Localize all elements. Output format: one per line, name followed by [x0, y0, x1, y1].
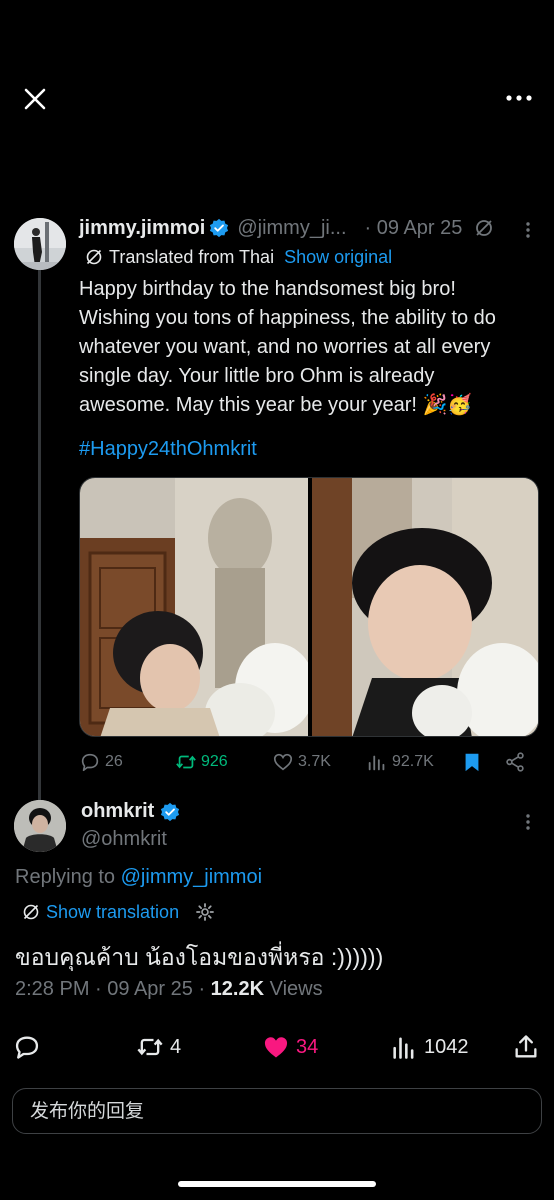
tweet-header: jimmy.jimmoi @jimmy_ji... · 09 Apr 25 — [79, 214, 494, 242]
views-icon — [366, 751, 392, 773]
tweet-photo[interactable] — [80, 478, 308, 736]
share-icon — [504, 751, 530, 773]
more-icon[interactable] — [520, 220, 536, 240]
tweet-text: Happy birthday to the handsomest big bro… — [79, 278, 496, 416]
verified-icon — [160, 802, 180, 822]
views-button[interactable]: 92.7K — [366, 748, 434, 776]
reply-composer — [12, 1088, 542, 1134]
reply-author: ohmkrit — [81, 800, 180, 823]
repost-icon — [175, 751, 201, 773]
reply-icon — [79, 751, 105, 773]
like-button[interactable]: 3.7K — [272, 748, 331, 776]
reply-input[interactable] — [13, 1089, 541, 1133]
reply-button[interactable] — [13, 1032, 47, 1062]
hashtag-link[interactable]: #Happy24thOhmkrit — [79, 438, 257, 461]
thread-line — [38, 270, 41, 800]
tweet-photo[interactable] — [312, 478, 538, 736]
translate-icon — [22, 903, 40, 921]
repost-button[interactable]: 926 — [175, 748, 228, 776]
reply-icon — [13, 1033, 47, 1061]
repost-count: 926 — [201, 753, 228, 770]
show-translation-row: Show translation — [22, 900, 215, 924]
display-name[interactable]: ohmkrit — [81, 800, 154, 823]
views-count: 1042 — [424, 1035, 469, 1058]
verified-icon — [209, 218, 229, 238]
reply-views-count: 12.2K — [210, 978, 265, 1000]
reply-button[interactable]: 26 — [79, 748, 123, 776]
avatar[interactable] — [14, 218, 66, 270]
show-translation-link[interactable]: Show translation — [46, 902, 179, 923]
more-icon[interactable] — [520, 812, 536, 832]
like-count: 3.7K — [298, 753, 331, 770]
show-original-link[interactable]: Show original — [284, 247, 392, 268]
handle[interactable]: @jimmy_ji... — [237, 217, 346, 240]
home-indicator[interactable] — [178, 1181, 376, 1187]
reply-text: ขอบคุณค้าบ น้องโอมของพี่หรอ :)))))) — [15, 944, 384, 970]
reply-meta: 2:28 PM · 09 Apr 25 · 12.2K Views — [15, 978, 323, 1000]
bookmark-button[interactable] — [461, 748, 487, 776]
gear-icon[interactable] — [195, 902, 215, 922]
tweet-date[interactable]: · 09 Apr 25 — [365, 217, 463, 240]
more-icon[interactable] — [504, 88, 534, 108]
share-button[interactable] — [512, 1032, 546, 1062]
display-name[interactable]: jimmy.jimmoi — [79, 217, 205, 240]
media-grid — [79, 477, 539, 737]
views-icon — [390, 1033, 424, 1061]
translated-label: Translated from Thai — [109, 246, 275, 267]
translation-notice: Translated from Thai Show original — [85, 245, 392, 269]
share-icon — [512, 1033, 546, 1061]
close-icon[interactable] — [22, 86, 48, 112]
translate-icon — [85, 248, 103, 266]
views-count: 92.7K — [392, 753, 434, 770]
like-icon — [262, 1033, 296, 1061]
replying-to: Replying to @jimmy_jimmoi — [15, 866, 262, 889]
like-icon — [272, 751, 298, 773]
repost-count: 4 — [170, 1035, 182, 1058]
reply-views-label: Views — [269, 978, 323, 1000]
views-button[interactable]: 1042 — [390, 1032, 469, 1062]
avatar[interactable] — [14, 800, 66, 852]
repost-icon — [136, 1033, 170, 1061]
reply-date[interactable]: 09 Apr 25 — [107, 978, 193, 1000]
like-button[interactable]: 34 — [262, 1032, 318, 1062]
like-count: 34 — [296, 1035, 319, 1058]
replying-to-link[interactable]: @jimmy_jimmoi — [121, 866, 262, 888]
repost-button[interactable]: 4 — [136, 1032, 181, 1062]
reply-count: 26 — [105, 753, 123, 770]
handle[interactable]: @ohmkrit — [81, 828, 167, 851]
reply-time[interactable]: 2:28 PM — [15, 978, 89, 1000]
bookmark-icon — [461, 751, 487, 773]
share-button[interactable] — [504, 748, 530, 776]
edit-icon[interactable] — [474, 218, 494, 238]
replying-prefix: Replying to — [15, 866, 116, 888]
